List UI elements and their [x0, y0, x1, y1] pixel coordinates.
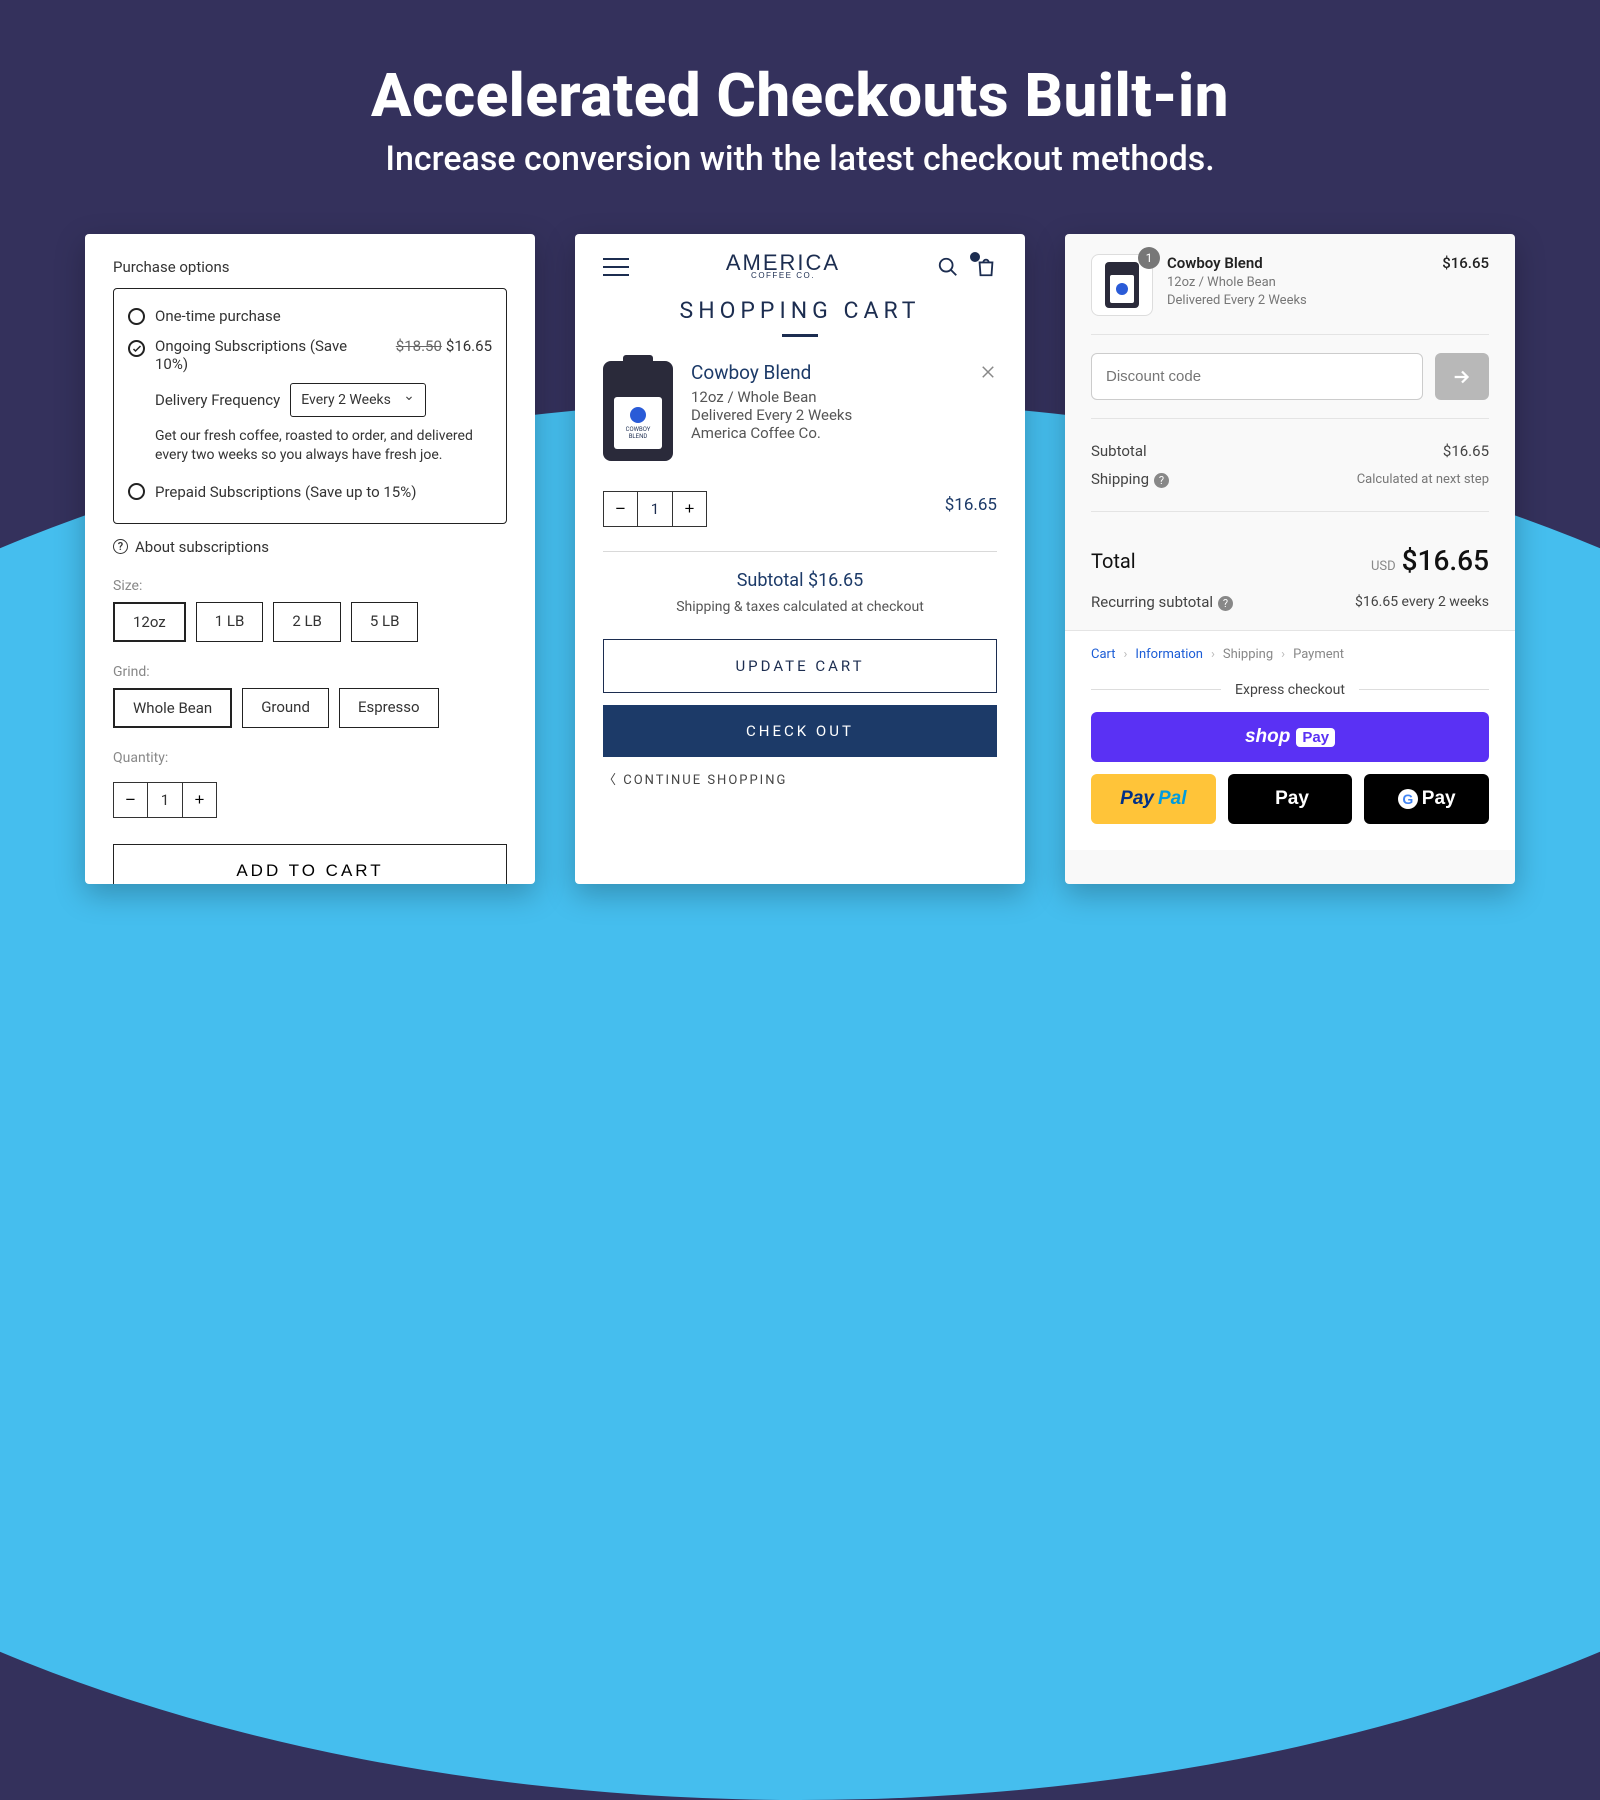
size-option-1lb[interactable]: 1 LB	[196, 602, 264, 642]
checkout-button[interactable]: CHECK OUT	[603, 705, 997, 757]
size-label: Size:	[113, 578, 507, 594]
google-pay-button[interactable]: G Pay	[1364, 774, 1489, 824]
one-time-radio[interactable]: One-time purchase	[128, 301, 492, 331]
remove-item-icon[interactable]	[979, 363, 997, 381]
cart-qty-increment[interactable]: +	[672, 492, 706, 526]
help-icon[interactable]: ?	[1218, 596, 1233, 611]
qty-decrement-button[interactable]: −	[114, 783, 148, 817]
tax-note: Shipping & taxes calculated at checkout	[603, 599, 997, 615]
checkout-product-name: Cowboy Blend	[1167, 254, 1428, 272]
express-checkout-label: Express checkout	[1221, 682, 1359, 698]
checkout-product-variant: 12oz / Whole Bean	[1167, 275, 1428, 290]
checkout-line-price: $16.65	[1442, 254, 1489, 272]
one-time-label: One-time purchase	[155, 307, 281, 325]
crumb-cart[interactable]: Cart	[1091, 647, 1116, 662]
recurring-label: Recurring subtotal	[1091, 593, 1213, 611]
radio-unselected-icon	[128, 483, 145, 500]
product-variant: 12oz / Whole Bean	[691, 388, 852, 406]
checkout-product-delivery: Delivered Every 2 Weeks	[1167, 293, 1428, 308]
update-cart-button[interactable]: UPDATE CART	[603, 639, 997, 693]
new-price: $16.65	[446, 337, 492, 355]
shipping-label: Shipping	[1091, 470, 1149, 488]
bag-icon[interactable]	[975, 256, 997, 278]
freq-select[interactable]: Every 2 Weeks	[290, 383, 426, 417]
freq-help-text: Get our fresh coffee, roasted to order, …	[155, 427, 492, 465]
size-option-2lb[interactable]: 2 LB	[273, 602, 341, 642]
chevron-right-icon: ›	[1124, 647, 1128, 662]
qty-stepper: − 1 +	[113, 782, 217, 818]
apply-discount-button[interactable]	[1435, 353, 1489, 400]
product-options-card: Purchase options One-time purchase Ongoi…	[85, 234, 535, 884]
product-name[interactable]: Cowboy Blend	[691, 361, 852, 384]
prepaid-radio[interactable]: Prepaid Subscriptions (Save up to 15%)	[128, 477, 492, 507]
size-option-12oz[interactable]: 12oz	[113, 602, 186, 642]
old-price: $18.50	[396, 337, 442, 355]
grind-option-ground[interactable]: Ground	[242, 688, 329, 728]
shop-pay-button[interactable]: shopPay	[1091, 712, 1489, 762]
ongoing-radio[interactable]: Ongoing Subscriptions (Save 10%) $18.50$…	[128, 331, 492, 379]
paypal-button[interactable]: PayPal	[1091, 774, 1216, 824]
product-brand: America Coffee Co.	[691, 424, 852, 442]
hero-subtitle: Increase conversion with the latest chec…	[0, 139, 1600, 179]
qty-increment-button[interactable]: +	[182, 783, 216, 817]
qty-label: Quantity:	[113, 750, 507, 766]
brand-logo: AMERICACOFFEE CO.	[726, 254, 840, 279]
help-icon: ?	[113, 539, 128, 554]
product-delivery: Delivered Every 2 Weeks	[691, 406, 852, 424]
cart-title: SHOPPING CART	[603, 297, 997, 324]
subtotal-value: $16.65	[1443, 442, 1489, 460]
apple-pay-button[interactable]: Pay	[1228, 774, 1353, 824]
qty-badge: 1	[1138, 247, 1160, 269]
crumb-payment: Payment	[1293, 647, 1344, 662]
google-icon: G	[1398, 789, 1418, 809]
search-icon[interactable]	[937, 256, 959, 278]
checkout-card: 1 Cowboy Blend 12oz / Whole Bean Deliver…	[1065, 234, 1515, 884]
total-value: $16.65	[1402, 544, 1489, 577]
product-image: COWBOY BLEND	[603, 361, 673, 461]
continue-shopping-link[interactable]: 〈 CONTINUE SHOPPING	[603, 769, 997, 788]
subtotal-line: Subtotal $16.65	[603, 570, 997, 591]
chevron-right-icon: ›	[1281, 647, 1285, 662]
purchase-options-heading: Purchase options	[113, 258, 507, 276]
discount-input[interactable]	[1091, 353, 1423, 400]
currency-label: USD	[1371, 559, 1396, 574]
line-price: $16.65	[945, 495, 997, 515]
freq-label: Delivery Frequency	[155, 391, 280, 409]
cart-qty-stepper: − 1 +	[603, 491, 707, 527]
radio-selected-icon	[128, 340, 145, 357]
hamburger-icon[interactable]	[603, 258, 629, 276]
radio-unselected-icon	[128, 308, 145, 325]
recurring-value: $16.65 every 2 weeks	[1355, 594, 1489, 610]
cart-qty-value: 1	[638, 492, 672, 526]
crumb-info[interactable]: Information	[1135, 647, 1203, 662]
about-subscriptions-link[interactable]: ? About subscriptions	[113, 538, 507, 556]
crumb-shipping: Shipping	[1223, 647, 1273, 662]
hero-title: Accelerated Checkouts Built-in	[0, 60, 1600, 131]
breadcrumb: Cart › Information › Shipping › Payment	[1091, 647, 1489, 662]
cart-card: AMERICACOFFEE CO. SHOPPING CART COWBOY B…	[575, 234, 1025, 884]
chevron-left-icon: 〈	[603, 773, 623, 788]
qty-value: 1	[148, 783, 182, 817]
total-label: Total	[1091, 549, 1136, 573]
chevron-right-icon: ›	[1211, 647, 1215, 662]
cart-qty-decrement[interactable]: −	[604, 492, 638, 526]
prepaid-label: Prepaid Subscriptions (Save up to 15%)	[155, 483, 416, 501]
size-option-5lb[interactable]: 5 LB	[351, 602, 419, 642]
grind-label: Grind:	[113, 664, 507, 680]
shipping-value: Calculated at next step	[1357, 472, 1489, 487]
add-to-cart-button[interactable]: ADD TO CART	[113, 844, 507, 884]
help-icon[interactable]: ?	[1154, 473, 1169, 488]
grind-option-espresso[interactable]: Espresso	[339, 688, 439, 728]
ongoing-label: Ongoing Subscriptions (Save 10%)	[155, 337, 355, 373]
checkout-product-thumb: 1	[1091, 254, 1153, 316]
subtotal-label: Subtotal	[1091, 442, 1147, 460]
grind-option-whole[interactable]: Whole Bean	[113, 688, 232, 728]
